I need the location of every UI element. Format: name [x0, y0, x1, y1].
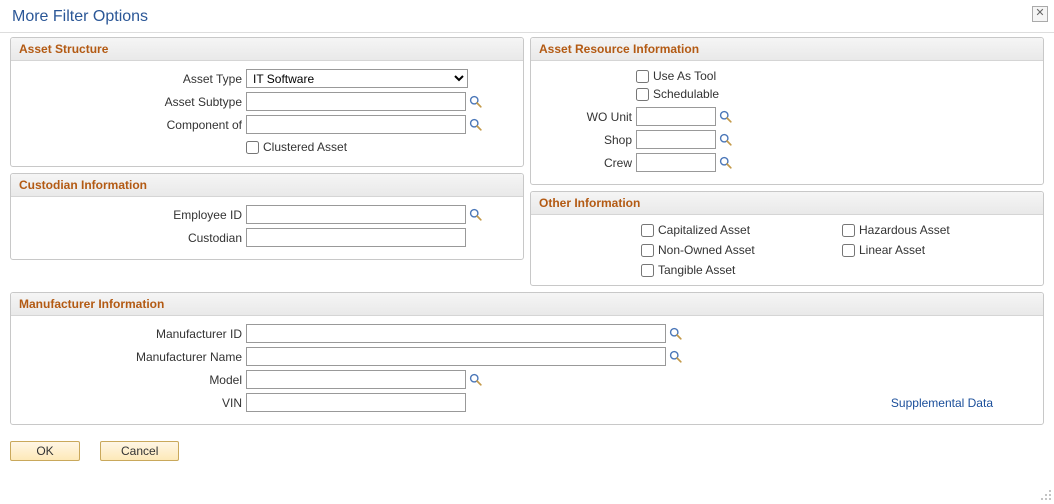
- shop-label: Shop: [541, 133, 636, 147]
- asset-type-label: Asset Type: [21, 72, 246, 86]
- schedulable-checkbox[interactable]: [636, 88, 649, 101]
- crew-label: Crew: [541, 156, 636, 170]
- custodian-legend: Custodian Information: [11, 174, 523, 197]
- non-owned-asset-checkbox[interactable]: [641, 244, 654, 257]
- schedulable-label: Schedulable: [653, 87, 719, 101]
- model-label: Model: [21, 373, 246, 387]
- wo-unit-label: WO Unit: [541, 110, 636, 124]
- shop-input[interactable]: [636, 130, 716, 149]
- asset-subtype-label: Asset Subtype: [21, 95, 246, 109]
- model-input[interactable]: [246, 370, 466, 389]
- supplemental-data-link[interactable]: Supplemental Data: [891, 396, 993, 410]
- wo-unit-input[interactable]: [636, 107, 716, 126]
- vin-label: VIN: [21, 396, 246, 410]
- manufacturer-name-input[interactable]: [246, 347, 666, 366]
- capitalized-asset-label: Capitalized Asset: [658, 223, 750, 237]
- manufacturer-name-label: Manufacturer Name: [21, 350, 246, 364]
- magnifier-icon[interactable]: [469, 208, 483, 222]
- other-info-legend: Other Information: [531, 192, 1043, 215]
- cancel-button[interactable]: Cancel: [100, 441, 179, 461]
- asset-resource-legend: Asset Resource Information: [531, 38, 1043, 61]
- page-title: More Filter Options: [0, 0, 1054, 33]
- employee-id-input[interactable]: [246, 205, 466, 224]
- custodian-input[interactable]: [246, 228, 466, 247]
- clustered-asset-label: Clustered Asset: [263, 140, 347, 154]
- magnifier-icon[interactable]: [669, 350, 683, 364]
- vin-input[interactable]: [246, 393, 466, 412]
- asset-structure-legend: Asset Structure: [11, 38, 523, 61]
- magnifier-icon[interactable]: [469, 95, 483, 109]
- manufacturer-legend: Manufacturer Information: [11, 293, 1043, 316]
- asset-subtype-input[interactable]: [246, 92, 466, 111]
- magnifier-icon[interactable]: [469, 118, 483, 132]
- component-of-input[interactable]: [246, 115, 466, 134]
- ok-button[interactable]: OK: [10, 441, 80, 461]
- asset-resource-fieldset: Asset Resource Information Use As Tool S…: [530, 37, 1044, 185]
- custodian-label: Custodian: [21, 231, 246, 245]
- magnifier-icon[interactable]: [719, 133, 733, 147]
- asset-type-select[interactable]: IT Software: [246, 69, 468, 88]
- magnifier-icon[interactable]: [719, 156, 733, 170]
- clustered-asset-checkbox[interactable]: [246, 141, 259, 154]
- tangible-asset-checkbox[interactable]: [641, 264, 654, 277]
- linear-asset-label: Linear Asset: [859, 243, 925, 257]
- resize-grip-icon[interactable]: [1040, 489, 1052, 501]
- manufacturer-id-label: Manufacturer ID: [21, 327, 246, 341]
- magnifier-icon[interactable]: [719, 110, 733, 124]
- manufacturer-id-input[interactable]: [246, 324, 666, 343]
- use-as-tool-label: Use As Tool: [653, 69, 716, 83]
- manufacturer-fieldset: Manufacturer Information Manufacturer ID…: [10, 292, 1044, 425]
- capitalized-asset-checkbox[interactable]: [641, 224, 654, 237]
- other-info-fieldset: Other Information Capitalized Asset Haza…: [530, 191, 1044, 286]
- hazardous-asset-checkbox[interactable]: [842, 224, 855, 237]
- employee-id-label: Employee ID: [21, 208, 246, 222]
- crew-input[interactable]: [636, 153, 716, 172]
- close-icon[interactable]: ✕: [1032, 6, 1048, 22]
- magnifier-icon[interactable]: [669, 327, 683, 341]
- asset-structure-fieldset: Asset Structure Asset Type IT Software A…: [10, 37, 524, 167]
- component-of-label: Component of: [21, 118, 246, 132]
- magnifier-icon[interactable]: [469, 373, 483, 387]
- hazardous-asset-label: Hazardous Asset: [859, 223, 950, 237]
- tangible-asset-label: Tangible Asset: [658, 263, 735, 277]
- use-as-tool-checkbox[interactable]: [636, 70, 649, 83]
- custodian-fieldset: Custodian Information Employee ID Custod…: [10, 173, 524, 260]
- linear-asset-checkbox[interactable]: [842, 244, 855, 257]
- non-owned-asset-label: Non-Owned Asset: [658, 243, 755, 257]
